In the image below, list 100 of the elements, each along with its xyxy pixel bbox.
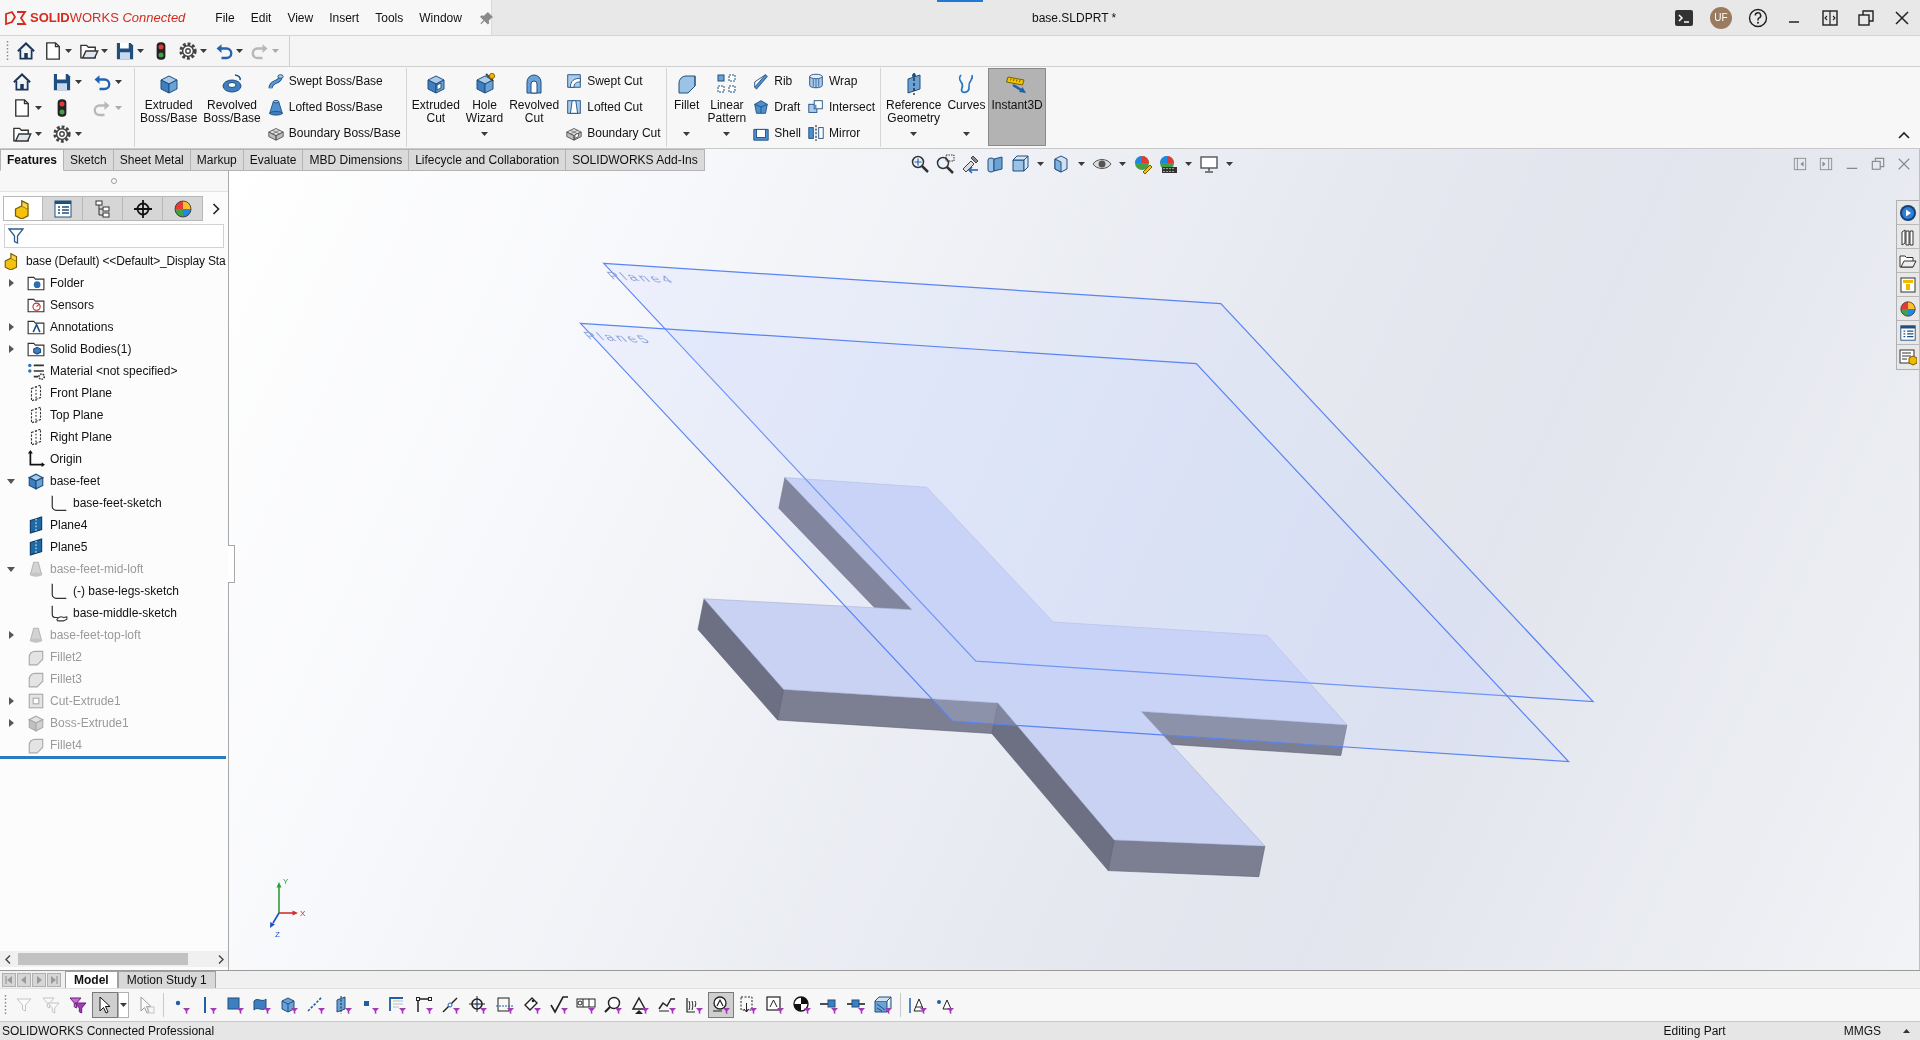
caret-icon[interactable] (200, 49, 207, 53)
pyramid-funnel-icon[interactable] (908, 995, 928, 1015)
command-tab[interactable]: Markup (190, 149, 244, 171)
monitor-icon[interactable] (1199, 154, 1219, 174)
menu-item[interactable]: Tools (367, 7, 412, 28)
menu-item[interactable]: Window (411, 7, 470, 28)
home-icon[interactable] (16, 41, 36, 61)
command-tab[interactable]: Features (0, 149, 65, 171)
command-tab[interactable]: Evaluate (243, 149, 304, 171)
caret-icon[interactable] (75, 80, 82, 84)
command-button[interactable]: Curves (944, 68, 989, 146)
half-circle-funnel-icon[interactable] (792, 995, 812, 1015)
tree-item[interactable]: Material <not specified> (50, 364, 178, 378)
caret-icon[interactable] (35, 106, 42, 110)
tree-item[interactable]: Origin (50, 452, 82, 466)
tree-item[interactable]: Annotations (50, 320, 114, 334)
command-tab[interactable]: Sheet Metal (113, 149, 191, 171)
panel-tab[interactable] (123, 196, 163, 221)
command-button[interactable]: Fillet (668, 68, 705, 146)
magnifier-icon[interactable] (910, 154, 930, 174)
panel-right-icon[interactable] (1819, 157, 1833, 171)
command-button[interactable]: Mirror (803, 120, 878, 146)
command-tab[interactable]: MBD Dimensions (303, 149, 410, 171)
restore-icon[interactable] (1856, 7, 1876, 28)
panel-tab[interactable] (163, 196, 203, 221)
menu-item[interactable]: Insert (321, 7, 368, 28)
caret-icon[interactable] (101, 49, 108, 53)
dropdown-button[interactable] (118, 992, 129, 1018)
magnifier-box-icon[interactable] (935, 154, 955, 174)
wave-funnel-icon[interactable] (657, 995, 677, 1015)
tree-item[interactable]: base-feet-sketch (73, 496, 162, 510)
horizontal-scrollbar[interactable] (0, 951, 228, 967)
tree-item[interactable]: Sensors (50, 298, 95, 312)
help-icon[interactable] (1748, 7, 1768, 28)
check-funnel-icon[interactable] (549, 995, 569, 1015)
triangle-funnel-icon[interactable] (630, 995, 650, 1015)
tree-item[interactable]: (-) base-legs-sketch (73, 584, 180, 598)
corner-funnel-icon[interactable] (387, 995, 407, 1015)
command-button[interactable]: Extruded Boss/Base (137, 68, 201, 146)
caret-left-icon[interactable] (5, 954, 11, 964)
panel-left-icon[interactable] (1793, 157, 1807, 171)
document-icon[interactable] (43, 41, 63, 61)
menu-item[interactable]: View (279, 7, 322, 28)
sectioned-cylinder-icon[interactable] (985, 154, 1005, 174)
command-button[interactable]: Swept Cut (562, 68, 664, 94)
caret-icon[interactable] (137, 49, 144, 53)
tree-item[interactable]: Front Plane (50, 386, 113, 400)
user-avatar[interactable]: UF (1710, 6, 1732, 29)
caret-icon[interactable] (1037, 162, 1044, 166)
chevron-up-icon[interactable] (1898, 131, 1910, 139)
settings-icon[interactable] (52, 124, 72, 144)
menu-item[interactable]: File (207, 7, 243, 28)
dashed-box-funnel-icon[interactable] (738, 995, 758, 1015)
panel-tab[interactable] (43, 196, 83, 221)
command-tab[interactable]: Lifecycle and Collaboration (409, 149, 567, 171)
caret-right-icon[interactable] (6, 630, 16, 640)
undo-icon[interactable] (92, 72, 112, 92)
home-icon[interactable] (12, 72, 32, 92)
chevron-right-icon[interactable] (212, 202, 220, 215)
crosshair-funnel-icon[interactable] (468, 995, 488, 1015)
command-button[interactable]: Swept Boss/Base (263, 68, 404, 94)
document-icon[interactable] (12, 98, 32, 118)
command-button[interactable]: Extruded Cut (408, 68, 463, 146)
splitter-handle[interactable] (228, 545, 235, 583)
caret-up-icon[interactable] (1903, 1029, 1910, 1033)
undo-icon[interactable] (214, 41, 234, 61)
caret-icon[interactable] (1078, 162, 1085, 166)
frame-funnel-icon[interactable] (495, 995, 515, 1015)
grip-icon[interactable] (6, 40, 9, 62)
menu-item[interactable]: Edit (242, 7, 280, 28)
command-button[interactable]: Shell (749, 120, 804, 146)
frame-square-funnel-icon[interactable] (765, 995, 785, 1015)
caret-right-icon[interactable] (6, 696, 16, 706)
command-button[interactable]: Lofted Cut (562, 94, 664, 120)
plane-funnel-icon[interactable] (333, 995, 353, 1015)
study-tab[interactable]: Motion Study 1 (117, 971, 216, 988)
tree-item[interactable]: Folder (50, 276, 84, 290)
caret-icon[interactable] (236, 49, 243, 53)
command-button[interactable]: Reference Geometry (883, 68, 945, 146)
tree-item[interactable]: Plane5 (50, 540, 88, 554)
split-window-icon[interactable] (1820, 7, 1840, 28)
caret-icon[interactable] (1226, 162, 1233, 166)
bracket-funnel-icon[interactable] (414, 995, 434, 1015)
cube-funnel-icon[interactable] (279, 995, 299, 1015)
command-button[interactable]: Revolved Cut (506, 68, 563, 146)
command-button[interactable]: Rib (749, 68, 804, 94)
command-button[interactable]: Boundary Cut (562, 120, 664, 146)
units-label[interactable]: MMGS (1843, 1024, 1881, 1038)
dashed-line-funnel-icon[interactable] (306, 995, 326, 1015)
caret-icon[interactable] (1185, 162, 1192, 166)
caret-right-icon[interactable] (6, 344, 16, 354)
command-button[interactable]: Instant3D (988, 68, 1046, 146)
tree-item[interactable]: base-feet (50, 474, 101, 488)
frame-funnel-icon[interactable] (576, 995, 596, 1015)
command-button[interactable]: Wrap (803, 68, 878, 94)
caret-icon[interactable] (35, 132, 42, 136)
caret-icon[interactable] (65, 49, 72, 53)
caret-right-icon[interactable] (218, 954, 224, 964)
reference-plane[interactable] (578, 322, 1571, 763)
caret-down-icon[interactable] (6, 564, 16, 574)
